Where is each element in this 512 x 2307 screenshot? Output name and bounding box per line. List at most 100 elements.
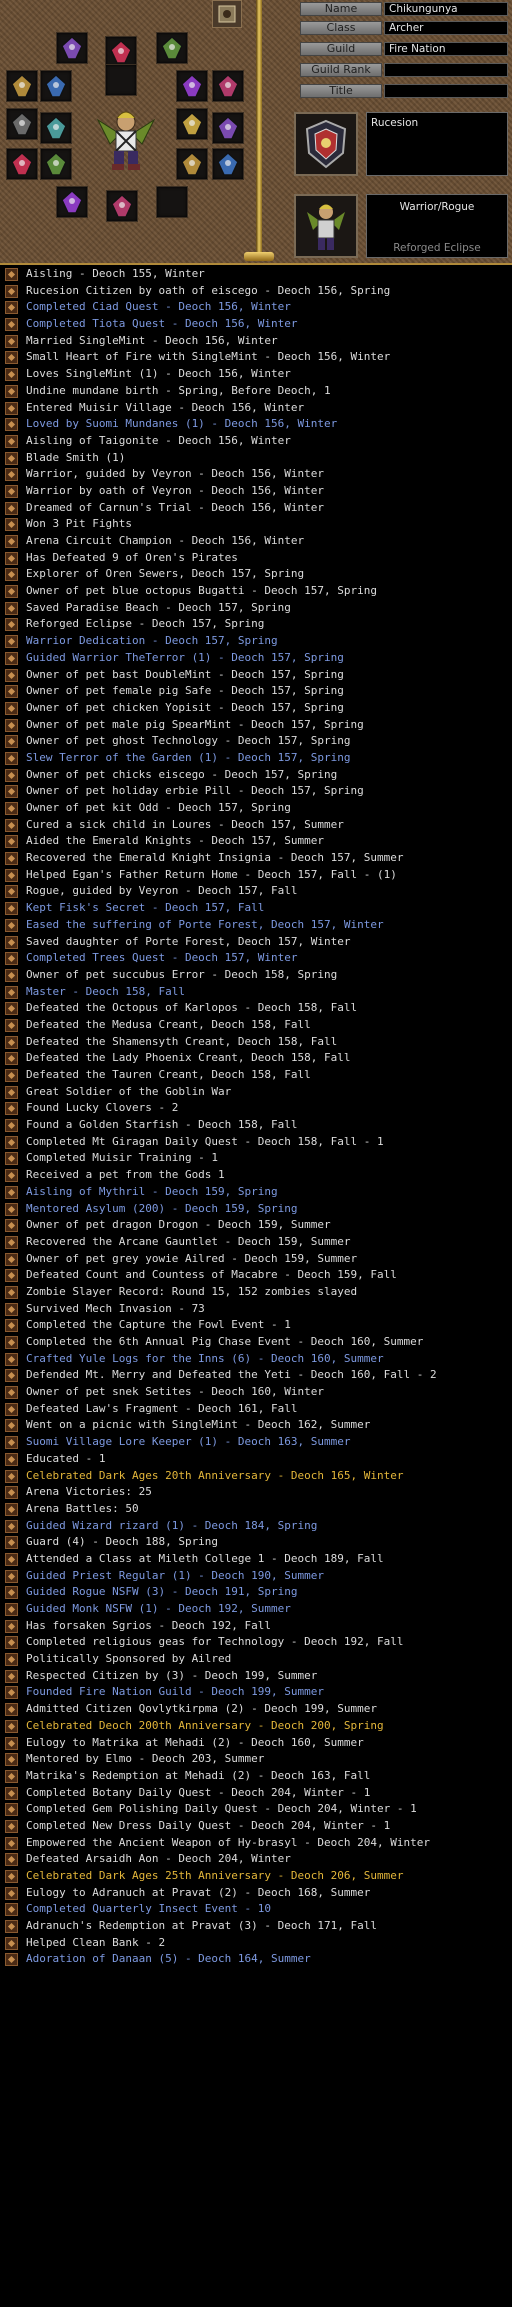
legend-row: Great Soldier of the Goblin War [0, 1084, 512, 1101]
equip-slot[interactable] [56, 32, 88, 64]
class-portrait [294, 194, 358, 258]
legend-text: Arena Victories: 25 [26, 1485, 152, 1499]
legend-text: Owner of pet chicks eiscego - Deoch 157,… [26, 767, 338, 781]
legend-text: Owner of pet grey yowie Ailred - Deoch 1… [26, 1251, 358, 1265]
legend-row: Defended Mt. Merry and Defeated the Yeti… [0, 1367, 512, 1384]
legend-text: Found Lucky Clovers - 2 [26, 1101, 179, 1115]
legend-mark-icon [5, 518, 18, 532]
legend-mark-icon [5, 284, 18, 298]
legend-text: Completed Muisir Training - 1 [26, 1151, 219, 1165]
legend-mark-icon [5, 1285, 18, 1299]
legend-mark-icon [5, 401, 18, 415]
legend-row: Completed Tiota Quest - Deoch 156, Winte… [0, 316, 512, 333]
legend-row: Celebrated Deoch 200th Anniversary - Deo… [0, 1718, 512, 1735]
legend-row: Dreamed of Carnun's Trial - Deoch 156, W… [0, 500, 512, 517]
legend-text: Recovered the Emerald Knight Insignia - … [26, 851, 404, 865]
legend-row: Defeated Arsaidh Aon - Deoch 204, Winter [0, 1851, 512, 1868]
legend-text: Master - Deoch 158, Fall [26, 984, 185, 998]
legend-text: Politically Sponsored by Ailred [26, 1652, 232, 1666]
equip-slot[interactable] [40, 148, 72, 180]
class-subpath: Reforged Eclipse [393, 242, 481, 254]
legend-mark-icon [5, 1035, 18, 1049]
legend-text: Defeated Law's Fragment - Deoch 161, Fal… [26, 1401, 298, 1415]
nation-shield-icon [305, 119, 347, 169]
legend-mark-icon [5, 1736, 18, 1750]
legend-text: Loved by Suomi Mundanes (1) - Deoch 156,… [26, 417, 338, 431]
legend-row: Attended a Class at Mileth College 1 - D… [0, 1551, 512, 1568]
legend-text: Owner of pet blue octopus Bugatti - Deoc… [26, 584, 377, 598]
legend-text: Owner of pet chicken Yopisit - Deoch 157… [26, 700, 344, 714]
legend-text: Dreamed of Carnun's Trial - Deoch 156, W… [26, 500, 325, 514]
legend-mark-icon [5, 835, 18, 849]
legend-row: Went on a picnic with SingleMint - Deoch… [0, 1417, 512, 1434]
equip-slot[interactable] [156, 32, 188, 64]
legend-text: Owner of pet succubus Error - Deoch 158,… [26, 967, 338, 981]
legend-row: Admitted Citizen Qovlytkirpma (2) - Deoc… [0, 1701, 512, 1718]
legend-text: Completed religious geas for Technology … [26, 1635, 404, 1649]
equip-slot[interactable] [40, 70, 72, 102]
legend-row: Celebrated Dark Ages 20th Anniversary - … [0, 1468, 512, 1485]
equip-slot[interactable] [6, 70, 38, 102]
legend-mark-icon [5, 535, 18, 548]
legend-row: Reforged Eclipse - Deoch 157, Spring [0, 616, 512, 633]
label-title: Title [300, 84, 382, 98]
legend-row: Owner of pet female pig Safe - Deoch 157… [0, 683, 512, 700]
legend-mark-icon [5, 268, 18, 281]
equip-slot[interactable] [176, 148, 208, 180]
legend-text: Completed Botany Daily Quest - Deoch 204… [26, 1785, 371, 1799]
legend-text: Celebrated Dark Ages 20th Anniversary - … [26, 1468, 404, 1482]
legend-row: Owner of pet bast DoubleMint - Deoch 157… [0, 667, 512, 684]
legend-row: Arena Circuit Champion - Deoch 156, Wint… [0, 533, 512, 550]
legend-mark-icon [5, 1052, 18, 1066]
legend-text: Won 3 Pit Fights [26, 517, 132, 531]
legend-text: Warrior by oath of Veyron - Deoch 156, W… [26, 483, 325, 497]
equip-slot[interactable] [56, 186, 88, 218]
legend-text: Defeated Arsaidh Aon - Deoch 204, Winter [26, 1852, 291, 1866]
legend-text: Guided Monk NSFW (1) - Deoch 192, Summer [26, 1602, 291, 1615]
legend-mark-icon [5, 1586, 18, 1600]
legend-row: Defeated Count and Countess of Macabre -… [0, 1267, 512, 1284]
equip-slot[interactable] [176, 108, 208, 140]
legend-text: Blade Smith (1) [26, 450, 126, 464]
legend-mark-icon [5, 885, 18, 899]
equip-slot[interactable] [6, 108, 38, 140]
legend-row: Arena Victories: 25 [0, 1484, 512, 1501]
legend-mark-icon [5, 1719, 18, 1733]
legend-mark-icon [5, 1219, 18, 1233]
settings-knob[interactable] [212, 0, 242, 28]
equip-slot[interactable] [176, 70, 208, 102]
equip-slot[interactable] [106, 190, 138, 222]
legend-row: Crafted Yule Logs for the Inns (6) - Deo… [0, 1351, 512, 1368]
legend-mark-icon [5, 1202, 18, 1216]
legend-text: Undine mundane birth - Spring, Before De… [26, 383, 331, 397]
legend-text: Owner of pet snek Setites - Deoch 160, W… [26, 1385, 325, 1399]
legend-mark-icon [5, 1953, 18, 1967]
legend-mark-icon [5, 902, 18, 916]
legend-row: Completed Ciad Quest - Deoch 156, Winter [0, 299, 512, 316]
equip-slot[interactable] [212, 148, 244, 180]
legend-mark-icon [5, 585, 18, 599]
legend-text: Defeated the Medusa Creant, Deoch 158, F… [26, 1017, 311, 1031]
legend-mark-icon [5, 868, 18, 882]
equip-slot[interactable] [6, 148, 38, 180]
legend-text: Went on a picnic with SingleMint - Deoch… [26, 1418, 371, 1432]
legend-text: Rucesion Citizen by oath of eiscego - De… [26, 283, 391, 297]
legend-row: Married SingleMint - Deoch 156, Winter [0, 333, 512, 350]
legend-mark-icon [5, 1753, 18, 1767]
equip-slot[interactable] [40, 112, 72, 144]
legend-text: Saved Paradise Beach - Deoch 157, Spring [26, 600, 291, 614]
legend-row: Completed Trees Quest - Deoch 157, Winte… [0, 950, 512, 967]
legend-row: Master - Deoch 158, Fall [0, 984, 512, 1001]
label-name: Name [300, 2, 382, 16]
equip-slot[interactable] [105, 64, 137, 96]
equip-slot[interactable] [156, 186, 188, 218]
equip-slot[interactable] [212, 70, 244, 102]
equip-slot[interactable] [212, 112, 244, 144]
legend-row: Mentored by Elmo - Deoch 203, Summer [0, 1751, 512, 1768]
legend-mark-icon [5, 1402, 18, 1416]
helm-icon [11, 151, 33, 176]
legend-mark-icon [5, 985, 18, 999]
legend-text: Guided Rogue NSFW (3) - Deoch 191, Sprin… [26, 1585, 298, 1599]
legend-mark-icon [5, 735, 18, 749]
legend-text: Completed Trees Quest - Deoch 157, Winte… [26, 951, 298, 965]
